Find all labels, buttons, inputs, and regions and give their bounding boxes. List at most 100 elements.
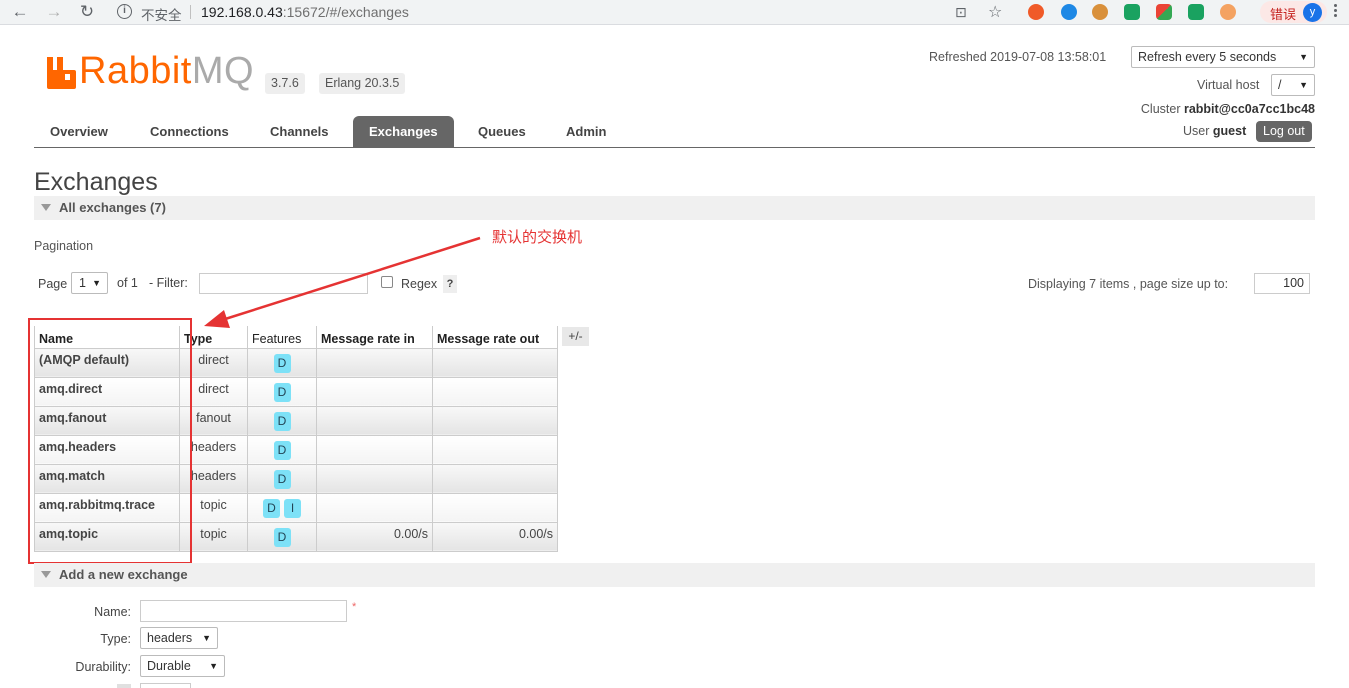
feature-badge: D	[273, 411, 291, 431]
exchange-features-cell: D	[247, 521, 317, 552]
rate-out-cell	[432, 347, 558, 378]
collapse-triangle-icon	[41, 204, 51, 211]
feature-badge: D	[273, 527, 291, 547]
filter-label: - Filter:	[149, 276, 188, 290]
extension-icon-5[interactable]	[1156, 4, 1172, 20]
exchange-features-cell: D	[247, 405, 317, 436]
regex-checkbox[interactable]	[381, 276, 393, 288]
rate-out-cell: 0.00/s	[432, 521, 558, 552]
tab-queues[interactable]: Queues	[462, 116, 542, 147]
dropdown-arrow-icon: ▼	[92, 278, 101, 288]
menu-kebab-icon[interactable]	[1334, 4, 1338, 19]
all-exchanges-section-header[interactable]: All exchanges (7)	[34, 196, 1315, 220]
feature-badge: D	[273, 440, 291, 460]
rate-in-cell	[316, 434, 433, 465]
forward-icon[interactable]: →	[43, 2, 65, 22]
extension-icon-2[interactable]	[1061, 4, 1077, 20]
translate-icon[interactable]: ⊡	[955, 4, 967, 21]
type-field-label: Type:	[100, 632, 131, 646]
cluster-name: rabbit@cc0a7cc1bc48	[1183, 102, 1315, 116]
erlang-badge: Erlang 20.3.5	[319, 73, 406, 94]
tab-admin[interactable]: Admin	[550, 116, 622, 147]
virtual-host-label: Virtual host	[1197, 78, 1260, 92]
page-select[interactable]: 1 ▼	[71, 272, 108, 294]
annotation-highlight-box	[28, 318, 192, 564]
rate-in-cell	[316, 463, 433, 494]
back-icon[interactable]: ←	[9, 2, 31, 22]
add-exchange-section-header[interactable]: Add a new exchange	[34, 563, 1315, 587]
exchange-features-cell: D	[247, 463, 317, 494]
durability-value: Durable	[147, 659, 191, 673]
error-pill[interactable]: 错误 y	[1260, 1, 1327, 23]
dropdown-arrow-icon: ▼	[1299, 80, 1308, 90]
shield-extension-icon[interactable]	[1124, 4, 1140, 20]
feature-badge: I	[284, 498, 301, 518]
error-label: 错误	[1270, 8, 1297, 23]
browser-toolbar: ← → ↻ i 不安全 192.168.0.43:15672/#/exchang…	[0, 0, 1349, 25]
name-field-label: Name:	[94, 605, 131, 619]
rate-in-cell	[316, 405, 433, 436]
required-asterisk: *	[352, 601, 357, 613]
page-of-label: of 1	[117, 276, 138, 290]
tab-exchanges[interactable]: Exchanges	[353, 116, 454, 147]
next-field-select[interactable]	[140, 683, 191, 688]
rate-out-cell	[432, 434, 558, 465]
feature-badge: D	[273, 382, 291, 402]
version-badge: 3.7.6	[265, 73, 305, 94]
logo-wordmark: RabbitMQ	[79, 50, 254, 93]
rate-out-cell	[432, 492, 558, 523]
cluster-label: Cluster	[1140, 102, 1181, 116]
exchange-name-input[interactable]	[140, 600, 347, 622]
all-exchanges-title: All exchanges (7)	[59, 200, 166, 215]
filter-input[interactable]	[199, 273, 368, 294]
column-header-rate-in[interactable]: Message rate in	[316, 326, 433, 349]
profile-avatar[interactable]: y	[1303, 3, 1322, 22]
durability-field-label: Durability:	[75, 660, 131, 674]
regex-help-button[interactable]: ?	[443, 275, 457, 293]
rabbitmq-logo-mark	[47, 57, 76, 89]
url-host: 192.168.0.43	[201, 4, 283, 20]
play-extension-icon[interactable]	[1188, 4, 1204, 20]
exchange-features-cell: DI	[247, 492, 317, 523]
rate-out-cell	[432, 376, 558, 407]
logo-rabbit-text: Rabbit	[79, 50, 192, 92]
column-header-rate-out[interactable]: Message rate out	[432, 326, 558, 349]
refreshed-timestamp: Refreshed 2019-07-08 13:58:01	[929, 50, 1107, 64]
exchange-features-cell: D	[247, 434, 317, 465]
extension-icon-1[interactable]	[1028, 4, 1044, 20]
annotation-text: 默认的交换机	[492, 228, 583, 246]
bookmark-star-icon[interactable]: ☆	[988, 2, 1002, 22]
page-select-value: 1	[79, 276, 86, 290]
feature-badge: D	[273, 469, 291, 489]
add-exchange-title: Add a new exchange	[59, 567, 188, 582]
url-text[interactable]: 192.168.0.43:15672/#/exchanges	[201, 4, 409, 20]
feature-badge: D	[263, 498, 280, 518]
tab-connections[interactable]: Connections	[134, 116, 245, 147]
tab-overview[interactable]: Overview	[34, 116, 124, 147]
dropdown-arrow-icon: ▼	[1299, 52, 1308, 62]
dropdown-arrow-icon: ▼	[202, 633, 211, 643]
rate-out-cell	[432, 405, 558, 436]
refresh-interval-select[interactable]: Refresh every 5 seconds ▼	[1131, 46, 1315, 68]
page-size-input[interactable]: 100	[1254, 273, 1310, 294]
displaying-items-text: Displaying 7 items , page size up to:	[1028, 277, 1229, 291]
toggle-columns-button[interactable]: +/-	[562, 327, 589, 346]
exchange-type-value: headers	[147, 631, 193, 645]
url-path: :15672/#/exchanges	[282, 4, 409, 20]
cookie-extension-icon[interactable]	[1092, 4, 1108, 20]
refresh-interval-value: Refresh every 5 seconds	[1138, 50, 1277, 64]
address-separator	[190, 5, 191, 19]
exchange-type-select[interactable]: headers ▼	[140, 627, 218, 649]
tab-channels[interactable]: Channels	[254, 116, 345, 147]
info-icon[interactable]: i	[117, 4, 132, 19]
collapse-triangle-icon	[41, 571, 51, 578]
main-tabs: Overview Connections Channels Exchanges …	[34, 116, 1315, 148]
extension-icon-7[interactable]	[1220, 4, 1236, 20]
address-bar[interactable]: i 不安全 192.168.0.43:15672/#/exchanges ⊡ ☆	[110, 1, 1014, 24]
reload-icon[interactable]: ↻	[76, 2, 98, 22]
durability-select[interactable]: Durable ▼	[140, 655, 225, 677]
virtual-host-select[interactable]: / ▼	[1271, 74, 1315, 96]
rate-in-cell: 0.00/s	[316, 521, 433, 552]
next-field-label	[117, 684, 131, 688]
rate-in-cell	[316, 492, 433, 523]
